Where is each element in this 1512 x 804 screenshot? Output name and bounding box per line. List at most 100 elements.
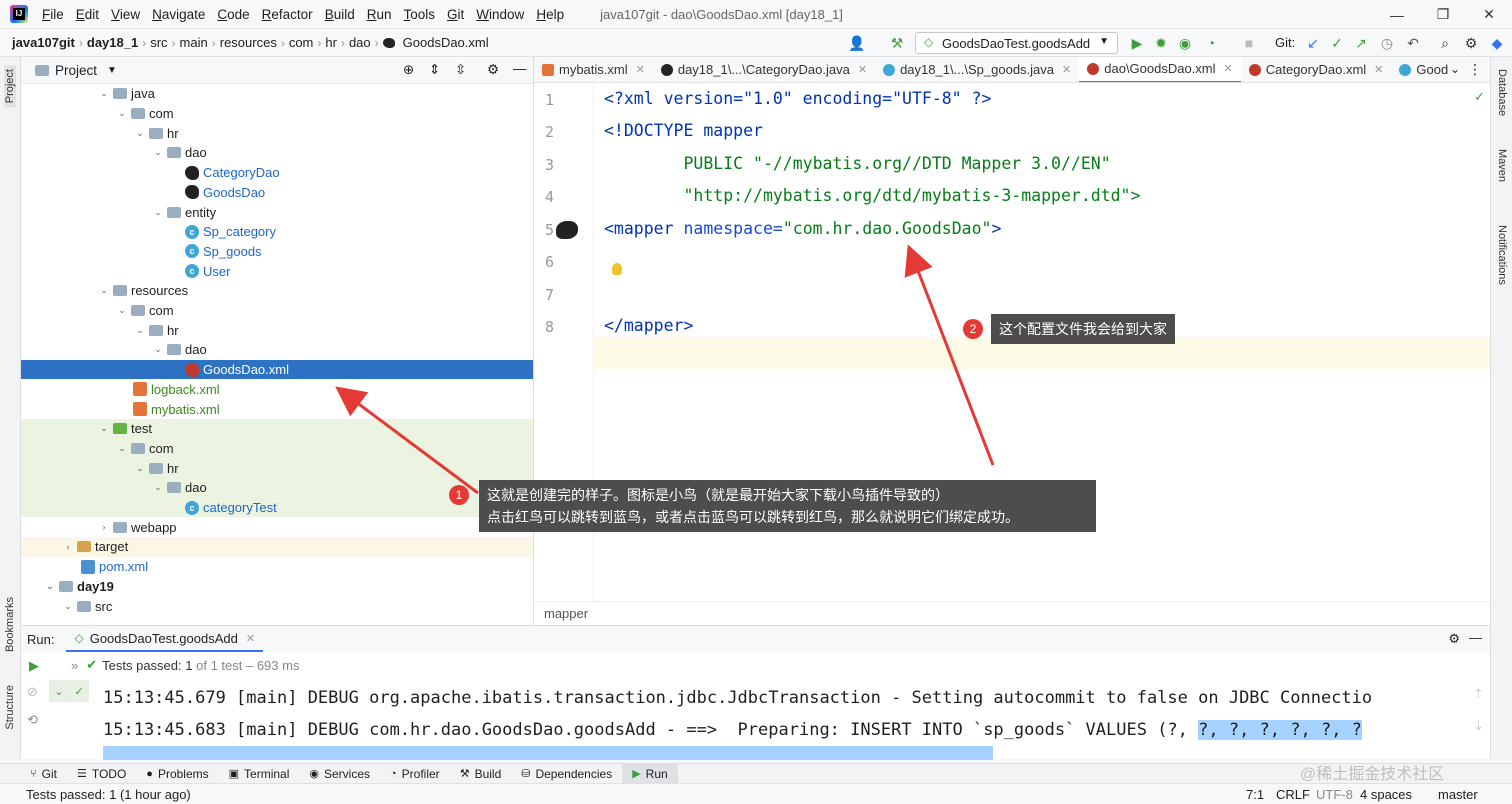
locate-icon[interactable]: ⊕ [403, 62, 414, 78]
close-tab-icon[interactable]: ✕ [1062, 63, 1071, 76]
menu-build[interactable]: Build [319, 7, 361, 22]
project-tool-tab[interactable]: Project [4, 65, 16, 108]
tree-item[interactable]: ⌄ java [21, 84, 533, 104]
breadcrumb-hr[interactable]: hr [321, 35, 341, 50]
breadcrumb-file[interactable]: GoodsDao.xml [399, 35, 493, 50]
tool-tab-build[interactable]: ⚒ Build [450, 764, 512, 784]
tree-item[interactable]: ⌄ com [21, 301, 533, 321]
tree-item[interactable]: CategoryDao [21, 163, 533, 183]
chevron-down-icon[interactable]: ⌄ [54, 685, 63, 698]
tree-item[interactable]: mybatis.xml [21, 399, 533, 419]
tab-goodsdao-xml[interactable]: dao\GoodsDao.xml ✕ [1079, 57, 1241, 82]
run-settings-gear-icon[interactable]: ⚙ [1448, 631, 1460, 647]
expand-all-icon[interactable]: ⇕ [429, 62, 440, 78]
caret-position[interactable]: 7:1 [1246, 787, 1264, 802]
tree-item[interactable]: ⌄ test [21, 418, 533, 439]
menu-help[interactable]: Help [530, 7, 570, 22]
mybatis-navigate-bird-icon[interactable] [556, 221, 578, 239]
close-tab-icon[interactable]: ✕ [1224, 62, 1233, 75]
line-separator[interactable]: CRLF [1276, 787, 1310, 802]
tree-item-selected[interactable]: GoodsDao.xml [21, 359, 533, 380]
collapse-all-icon[interactable]: ⇳ [455, 62, 466, 78]
database-tool-tab[interactable]: Database [1496, 69, 1508, 116]
tree-item[interactable]: pom.xml [21, 557, 533, 577]
expand-icon[interactable]: » [71, 658, 78, 673]
tree-item[interactable]: c User [21, 261, 533, 281]
tree-item[interactable]: › target [21, 537, 533, 557]
breadcrumb-main[interactable]: main [176, 35, 212, 50]
breadcrumb-module[interactable]: day18_1 [83, 35, 142, 50]
hide-panel-icon[interactable]: — [1469, 630, 1482, 645]
close-tab-icon[interactable]: ✕ [858, 63, 867, 76]
breadcrumb-resources[interactable]: resources [216, 35, 281, 50]
scroll-up-icon[interactable]: ⇡ [1473, 686, 1484, 702]
tree-item[interactable]: GoodsDao [21, 183, 533, 203]
profile-icon[interactable]: ◔ [1202, 34, 1220, 52]
hide-panel-icon[interactable]: — [513, 61, 527, 76]
menu-run[interactable]: Run [361, 7, 398, 22]
tree-item[interactable]: › webapp [21, 517, 533, 537]
breadcrumb-src[interactable]: src [146, 35, 171, 50]
tool-tab-run[interactable]: ▶ Run [622, 763, 678, 784]
tree-item[interactable]: c Sp_category [21, 222, 533, 242]
tree-item[interactable]: c Sp_goods [21, 242, 533, 262]
tree-item[interactable]: ⌄ src [21, 596, 533, 616]
close-tab-icon[interactable]: ✕ [1374, 63, 1383, 76]
tree-item[interactable]: ⌄ day19 [21, 577, 533, 597]
menu-refactor[interactable]: Refactor [256, 7, 319, 22]
scroll-down-icon[interactable]: ⇣ [1473, 718, 1484, 734]
tool-tab-todo[interactable]: ☰ TODO [67, 764, 136, 784]
git-push-icon[interactable]: ↗ [1352, 34, 1370, 52]
restore-icon[interactable]: ⟲ [27, 712, 38, 728]
tab-categorydao-xml[interactable]: CategoryDao.xml ✕ [1241, 57, 1392, 82]
tree-item[interactable]: ⌄ com [21, 438, 533, 459]
git-branch[interactable]: master [1438, 787, 1478, 802]
file-encoding[interactable]: UTF-8 [1316, 787, 1353, 802]
tool-tab-profiler[interactable]: ◔ Profiler [380, 764, 450, 784]
intention-bulb-icon[interactable] [612, 263, 622, 275]
tree-item[interactable]: ⌄ hr [21, 320, 533, 340]
build-hammer-icon[interactable]: ⚒ [888, 34, 906, 52]
stop-icon[interactable]: ■ [1240, 34, 1258, 52]
tool-tab-git[interactable]: ⑂ Git [20, 764, 67, 784]
git-update-icon[interactable]: ↙ [1304, 34, 1322, 52]
notifications-tool-tab[interactable]: Notifications [1496, 225, 1508, 285]
coverage-icon[interactable]: ◉ [1176, 34, 1194, 52]
menu-edit[interactable]: Edit [70, 7, 105, 22]
status-message[interactable]: Tests passed: 1 (1 hour ago) [26, 787, 191, 802]
close-icon[interactable]: ✕ [1466, 0, 1512, 29]
settings-gear-icon[interactable]: ⚙ [1462, 34, 1480, 52]
tool-tab-dependencies[interactable]: ⛁ Dependencies [511, 764, 622, 784]
tree-item[interactable]: ⌄ entity [21, 202, 533, 222]
tree-item[interactable]: ⌄ com [21, 104, 533, 124]
tab-mybatis-xml[interactable]: mybatis.xml ✕ [534, 57, 653, 82]
menu-window[interactable]: Window [470, 7, 530, 22]
tree-item[interactable]: ⌄ dao [21, 143, 533, 163]
minimize-icon[interactable]: — [1374, 0, 1420, 29]
tree-item[interactable]: ⌄ dao [21, 340, 533, 360]
editor-breadcrumb[interactable]: mapper [534, 601, 1490, 625]
breadcrumb-project[interactable]: java107git [8, 35, 79, 50]
tab-sp-goods-java[interactable]: day18_1\...\Sp_goods.java ✕ [875, 57, 1079, 82]
menu-view[interactable]: View [105, 7, 146, 22]
bookmarks-tool-tab[interactable]: Bookmarks [4, 597, 16, 652]
maven-tool-tab[interactable]: Maven [1496, 149, 1508, 182]
user-icon[interactable]: 👤 [848, 34, 866, 52]
chevron-down-icon[interactable]: ▼ [107, 65, 117, 76]
plugin-icon[interactable]: ◆ [1488, 34, 1506, 52]
git-history-icon[interactable]: ◷ [1378, 34, 1396, 52]
menu-git[interactable]: Git [441, 7, 470, 22]
structure-tool-tab[interactable]: Structure [4, 685, 16, 730]
tree-item[interactable]: ⌄ hr [21, 458, 533, 478]
tool-tab-services[interactable]: ◉ Services [299, 764, 380, 784]
tabs-overflow-chevron-icon[interactable]: ⌄ [1450, 62, 1460, 76]
run-icon[interactable]: ▶ [1128, 34, 1146, 52]
close-tab-icon[interactable]: ✕ [246, 632, 255, 645]
tree-item[interactable]: ⌄ hr [21, 123, 533, 143]
indent-setting[interactable]: 4 spaces [1360, 787, 1412, 802]
menu-code[interactable]: Code [211, 7, 255, 22]
options-gear-icon[interactable]: ⚙ [487, 62, 499, 78]
tree-item[interactable]: logback.xml [21, 380, 533, 400]
maximize-icon[interactable]: ❐ [1420, 0, 1466, 29]
breadcrumb-com[interactable]: com [285, 35, 318, 50]
